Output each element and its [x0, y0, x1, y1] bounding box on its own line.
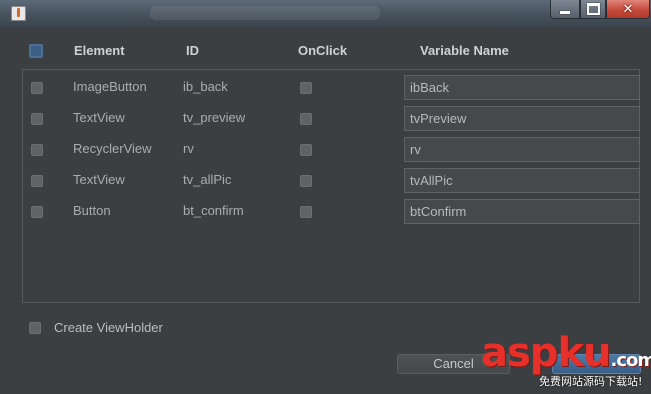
element-id: tv_preview	[183, 110, 246, 125]
variable-name-input[interactable]	[404, 199, 640, 224]
onclick-checkbox[interactable]	[300, 113, 312, 125]
element-id: rv	[183, 141, 194, 156]
minimize-button[interactable]	[550, 0, 580, 19]
row-select-checkbox[interactable]	[31, 206, 43, 218]
element-id: bt_confirm	[183, 203, 244, 218]
table-row: Button bt_confirm	[23, 196, 640, 227]
row-select-checkbox[interactable]	[31, 82, 43, 94]
window-title	[150, 6, 380, 20]
minimize-icon	[560, 10, 570, 14]
close-button[interactable]: ✕	[606, 0, 650, 19]
row-select-checkbox[interactable]	[31, 175, 43, 187]
row-select-checkbox[interactable]	[31, 144, 43, 156]
table-row: TextView tv_preview	[23, 103, 640, 134]
element-list: ImageButton ib_back TextView tv_preview …	[22, 69, 640, 303]
table-row: ImageButton ib_back	[23, 72, 640, 103]
variable-name-input[interactable]	[404, 137, 640, 162]
element-type: RecyclerView	[73, 141, 152, 156]
select-all-checkbox[interactable]	[29, 44, 43, 58]
table-row: RecyclerView rv	[23, 134, 640, 165]
onclick-checkbox[interactable]	[300, 206, 312, 218]
java-icon	[11, 6, 26, 21]
onclick-checkbox[interactable]	[300, 144, 312, 156]
table-row: TextView tv_allPic	[23, 165, 640, 196]
element-id: tv_allPic	[183, 172, 232, 187]
dialog-content: Element ID OnClick Variable Name ImageBu…	[9, 27, 651, 394]
row-select-checkbox[interactable]	[31, 113, 43, 125]
title-bar: ✕	[0, 0, 651, 27]
element-type: ImageButton	[73, 79, 147, 94]
variable-name-input[interactable]	[404, 106, 640, 131]
maximize-button[interactable]	[580, 0, 606, 19]
column-header-element: Element	[74, 43, 125, 58]
create-viewholder-label: Create ViewHolder	[54, 320, 163, 335]
onclick-checkbox[interactable]	[300, 82, 312, 94]
element-id: ib_back	[183, 79, 228, 94]
column-header-onclick: OnClick	[298, 43, 348, 58]
onclick-checkbox[interactable]	[300, 175, 312, 187]
maximize-icon	[586, 3, 600, 15]
element-type: Button	[73, 203, 111, 218]
element-type: TextView	[73, 172, 125, 187]
column-header-variable-name: Variable Name	[420, 43, 509, 58]
variable-name-input[interactable]	[404, 75, 640, 100]
column-header-id: ID	[186, 43, 199, 58]
close-icon: ✕	[622, 1, 634, 17]
element-type: TextView	[73, 110, 125, 125]
cancel-button[interactable]: Cancel	[397, 354, 510, 374]
confirm-button[interactable]	[552, 354, 641, 374]
variable-name-input[interactable]	[404, 168, 640, 193]
create-viewholder-checkbox[interactable]	[29, 322, 41, 334]
